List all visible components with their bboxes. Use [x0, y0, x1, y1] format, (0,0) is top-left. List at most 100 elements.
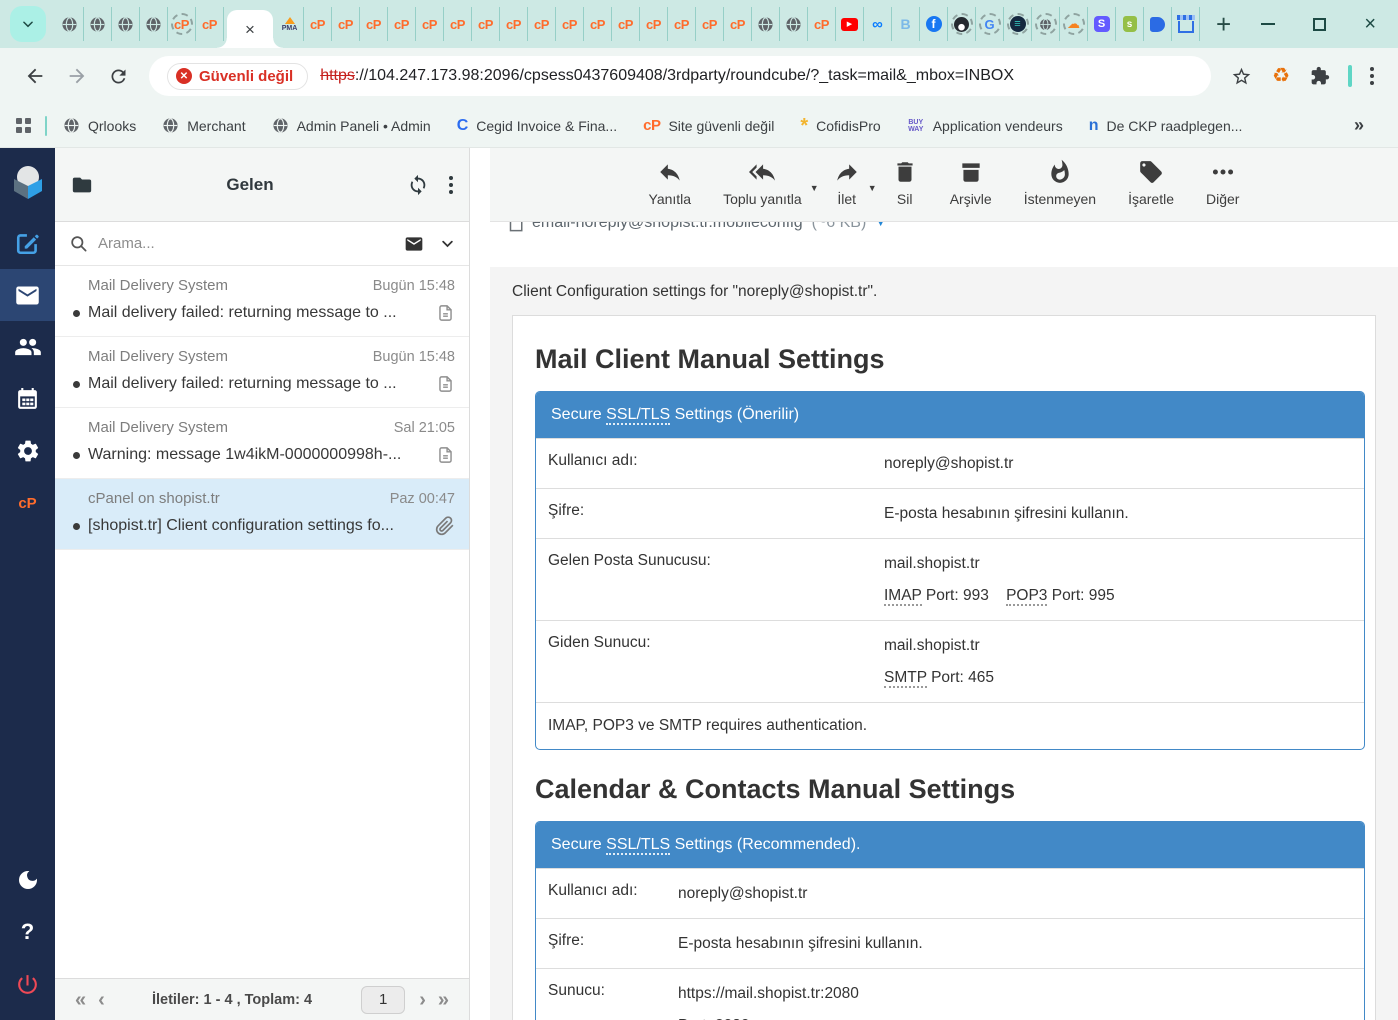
address-bar[interactable]: ✕ Güvenli değil https://104.247.173.98:2…: [149, 56, 1211, 96]
sidebar-item-calendar[interactable]: [0, 373, 55, 425]
new-tab-button[interactable]: +: [1216, 9, 1231, 40]
browser-tab-cp-dashed[interactable]: cP: [168, 7, 196, 41]
toolbar-tag-button[interactable]: İşaretle: [1128, 159, 1174, 221]
window-maximize-button[interactable]: [1313, 18, 1326, 31]
browser-tab-cp[interactable]: cP: [528, 7, 556, 41]
browser-tab-youtube[interactable]: ▶: [836, 7, 864, 41]
bookmark-item[interactable]: *CofidisPro: [800, 118, 880, 134]
browser-tab-cp[interactable]: cP: [668, 7, 696, 41]
bookmark-item[interactable]: BUY WAYApplication vendeurs: [907, 118, 1063, 134]
reload-button[interactable]: [108, 66, 129, 87]
dropdown-caret-icon[interactable]: ▼: [810, 183, 819, 193]
next-page-button[interactable]: ›: [413, 990, 432, 1010]
message-row[interactable]: Mail Delivery System Sal 21:05 Warning: …: [55, 408, 469, 479]
browser-tab-cp[interactable]: cP: [584, 7, 612, 41]
toolbar-more-button[interactable]: Diğer: [1206, 159, 1239, 221]
search-scope-mail-icon[interactable]: [404, 234, 424, 254]
dropdown-caret-icon[interactable]: ▼: [868, 183, 877, 193]
browser-tab-cp[interactable]: cP: [332, 7, 360, 41]
sidebar-item-darkmode[interactable]: [0, 854, 55, 906]
tab-close-icon[interactable]: ×: [245, 21, 255, 38]
bookmark-item[interactable]: CCegid Invoice & Fina...: [457, 117, 617, 135]
folder-icon[interactable]: [71, 174, 93, 196]
browser-tab-globe-dashed[interactable]: [1032, 7, 1060, 41]
profile-indicator[interactable]: [1348, 65, 1352, 87]
browser-tab-cp[interactable]: cP: [360, 7, 388, 41]
attachment-menu-caret-icon[interactable]: ▼: [875, 222, 886, 229]
browser-tab-cp[interactable]: cP: [696, 7, 724, 41]
sidebar-item-logout[interactable]: [0, 958, 55, 1010]
window-close-button[interactable]: ×: [1364, 14, 1376, 34]
browser-tab-s-badge[interactable]: S: [1088, 7, 1116, 41]
sidebar-item-help[interactable]: ?: [0, 906, 55, 958]
forward-button[interactable]: [66, 65, 88, 87]
toolbar-archive-button[interactable]: Arşivle: [950, 159, 992, 221]
browser-tab-cp[interactable]: cP: [500, 7, 528, 41]
browser-tab-globe[interactable]: [56, 7, 84, 41]
toolbar-trash-button[interactable]: Sil: [892, 159, 918, 221]
browser-tab-app-dark[interactable]: ≡: [1004, 7, 1032, 41]
active-browser-tab[interactable]: ×: [227, 10, 273, 48]
bookmark-item[interactable]: Merchant: [162, 117, 245, 134]
browser-tab-cp[interactable]: cP: [612, 7, 640, 41]
window-minimize-button[interactable]: [1261, 23, 1275, 25]
sidebar-logo[interactable]: [8, 162, 48, 207]
panel-splitter[interactable]: [470, 148, 490, 1020]
browser-tab-google[interactable]: G: [976, 7, 1004, 41]
browser-tab-cp[interactable]: cP: [640, 7, 668, 41]
browser-tab-cp[interactable]: cP: [388, 7, 416, 41]
bookmark-item[interactable]: nDe CKP raadplegen...: [1089, 117, 1243, 135]
browser-tab-cp[interactable]: cP: [304, 7, 332, 41]
browser-tab-cp[interactable]: cP: [808, 7, 836, 41]
recycle-extension-button[interactable]: ♻: [1272, 66, 1290, 86]
sidebar-item-compose[interactable]: [0, 217, 55, 269]
browser-tab-facebook[interactable]: f: [920, 7, 948, 41]
attachment-item[interactable]: email-noreply@shopist.tr.mobileconfig (~…: [490, 222, 1398, 232]
browser-tab-bing[interactable]: B: [892, 7, 920, 41]
browser-tab-globe[interactable]: [112, 7, 140, 41]
browser-tab-blue-shape[interactable]: [1144, 7, 1172, 41]
prev-page-button[interactable]: ‹: [92, 990, 111, 1010]
browser-tab-meta[interactable]: ∞: [864, 7, 892, 41]
toolbar-reply-button[interactable]: Yanıtla: [649, 159, 692, 221]
sidebar-item-cpanel[interactable]: cP: [0, 477, 55, 529]
browser-tab-globe[interactable]: [752, 7, 780, 41]
browser-tab-github[interactable]: [948, 7, 976, 41]
page-number-input[interactable]: 1: [361, 986, 405, 1014]
browser-tab-cp[interactable]: cP: [444, 7, 472, 41]
security-chip[interactable]: ✕ Güvenli değil: [167, 63, 308, 90]
browser-tab-storefront[interactable]: [1172, 7, 1200, 41]
browser-tab-pma[interactable]: PMA: [276, 7, 304, 41]
sidebar-item-mail[interactable]: [0, 269, 55, 321]
back-button[interactable]: [24, 65, 46, 87]
message-row[interactable]: cPanel on shopist.tr Paz 00:47 [shopist.…: [55, 479, 469, 550]
refresh-icon[interactable]: [407, 174, 429, 196]
browser-tab-cp[interactable]: cP: [416, 7, 444, 41]
bookmark-item[interactable]: Qrlooks: [63, 117, 136, 134]
toolbar-reply-all-button[interactable]: Toplu yanıtla ▼: [723, 159, 802, 221]
extensions-button[interactable]: [1310, 66, 1330, 86]
browser-tab-globe[interactable]: [780, 7, 808, 41]
message-row[interactable]: Mail Delivery System Bugün 15:48 Mail de…: [55, 266, 469, 337]
search-options-chevron-icon[interactable]: [440, 236, 455, 251]
tab-search-button[interactable]: [10, 6, 46, 42]
browser-tab-cp[interactable]: cP: [196, 7, 224, 41]
toolbar-forward-button[interactable]: İlet ▼: [834, 159, 860, 221]
sidebar-item-settings[interactable]: [0, 425, 55, 477]
browser-tab-cp[interactable]: cP: [556, 7, 584, 41]
sidebar-item-contacts[interactable]: [0, 321, 55, 373]
browser-tab-shopify[interactable]: s: [1116, 7, 1144, 41]
bookmark-item[interactable]: cPSite güvenli değil: [643, 117, 774, 134]
browser-menu-button[interactable]: [1370, 67, 1374, 85]
browser-tab-cp[interactable]: cP: [472, 7, 500, 41]
bookmark-star-button[interactable]: [1231, 66, 1252, 87]
browser-tab-globe[interactable]: [84, 7, 112, 41]
search-input[interactable]: [98, 235, 404, 252]
browser-tab-cloud[interactable]: ☁: [1060, 7, 1088, 41]
browser-tab-cp[interactable]: cP: [724, 7, 752, 41]
last-page-button[interactable]: »: [432, 990, 455, 1010]
apps-grid-icon[interactable]: [16, 118, 31, 133]
bookmark-item[interactable]: Admin Paneli • Admin: [272, 117, 431, 134]
message-row[interactable]: Mail Delivery System Bugün 15:48 Mail de…: [55, 337, 469, 408]
bookmarks-overflow-button[interactable]: »: [1354, 115, 1382, 136]
